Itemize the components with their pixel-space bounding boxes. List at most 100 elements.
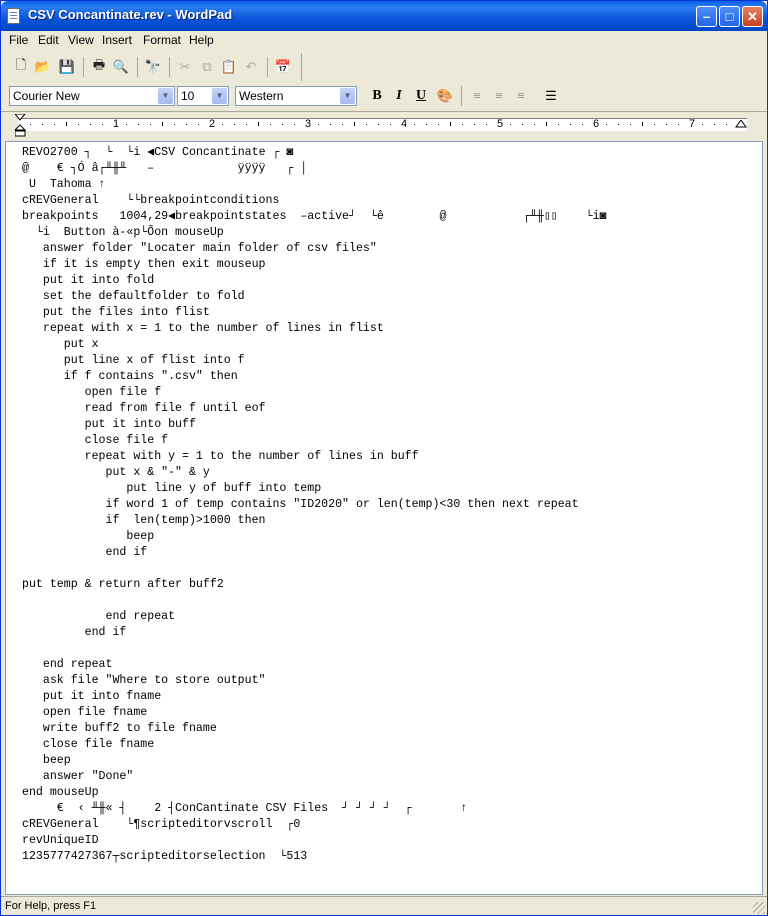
document-line: set the defaultfolder to fold bbox=[22, 290, 245, 303]
document-line: beep bbox=[22, 530, 155, 543]
document-line: revUniqueID bbox=[22, 834, 99, 847]
document-line: 1235777427367┬scripteditorselection └513 bbox=[22, 850, 308, 863]
document-line: if f contains ".csv" then bbox=[22, 370, 238, 383]
close-icon: ✕ bbox=[747, 9, 758, 24]
ruler-number: 4 bbox=[401, 118, 408, 130]
document-line: breakpoints 1004,29◀breakpointstates –ac… bbox=[22, 210, 607, 223]
resize-grip-icon[interactable] bbox=[753, 902, 765, 914]
italic-button[interactable]: I bbox=[389, 86, 409, 106]
align-right-icon[interactable]: ≡ bbox=[511, 86, 531, 106]
document-line: put the files into flist bbox=[22, 306, 210, 319]
status-text: For Help, press F1 bbox=[5, 900, 97, 912]
wordpad-window: CSV Concantinate.rev - WordPad – □ ✕ Fil… bbox=[0, 0, 768, 916]
document-line: if it is empty then exit mouseup bbox=[22, 258, 266, 271]
copy-icon[interactable]: ⧉ bbox=[197, 57, 217, 77]
insert-date-time-icon[interactable]: 📅 bbox=[273, 57, 293, 77]
print-icon[interactable]: 🖶 bbox=[89, 57, 109, 77]
maximize-button[interactable]: □ bbox=[719, 6, 740, 27]
color-palette-icon[interactable]: 🎨 bbox=[435, 86, 455, 106]
bold-button[interactable]: B bbox=[367, 86, 387, 106]
document-text[interactable]: REVO2700 ┐ └ └i ◀CSV Concantinate ┌ ◙ @ … bbox=[22, 145, 607, 865]
document-line: ask file "Where to store output" bbox=[22, 674, 266, 687]
document-line: cREVGeneral └¶scripteditorvscroll ┌0 bbox=[22, 818, 301, 831]
document-line: repeat with y = 1 to the number of lines… bbox=[22, 450, 419, 463]
window-title: CSV Concantinate.rev - WordPad bbox=[28, 7, 233, 22]
find-icon[interactable]: 🔭 bbox=[143, 57, 163, 77]
chevron-down-icon: ▼ bbox=[158, 88, 173, 104]
document-line: end repeat bbox=[22, 658, 113, 671]
cut-icon[interactable]: ✂ bbox=[175, 57, 195, 77]
bullets-icon[interactable]: ☰ bbox=[541, 86, 561, 106]
menu-help[interactable]: Help bbox=[189, 33, 214, 47]
document-line: put it into buff bbox=[22, 418, 196, 431]
maximize-icon: □ bbox=[725, 9, 734, 24]
document-area[interactable]: REVO2700 ┐ └ └i ◀CSV Concantinate ┌ ◙ @ … bbox=[5, 141, 763, 895]
document-line: repeat with x = 1 to the number of lines… bbox=[22, 322, 384, 335]
font-size-select[interactable]: 10 ▼ bbox=[177, 86, 229, 106]
document-line: end if bbox=[22, 626, 127, 639]
undo-icon[interactable]: ↶ bbox=[241, 57, 261, 77]
script-value: Western bbox=[239, 89, 284, 103]
font-size-value: 10 bbox=[181, 89, 195, 103]
open-icon[interactable]: 📂 bbox=[33, 57, 53, 77]
new-icon[interactable]: 🗋 bbox=[11, 57, 31, 77]
document-line: put it into fname bbox=[22, 690, 162, 703]
ruler-number: 1 bbox=[113, 118, 120, 130]
minimize-icon: – bbox=[702, 9, 711, 24]
ruler[interactable]: 1 2 3 4 5 6 7 bbox=[1, 111, 767, 140]
document-line: if len(temp)>1000 then bbox=[22, 514, 266, 527]
document-line: open file fname bbox=[22, 706, 148, 719]
ruler-number: 6 bbox=[593, 118, 600, 130]
print-preview-icon[interactable]: 🔍 bbox=[111, 57, 131, 77]
document-line: U Tahoma ↑ bbox=[22, 178, 106, 191]
document-line: beep bbox=[22, 754, 71, 767]
script-select[interactable]: Western ▼ bbox=[235, 86, 357, 106]
menu-insert[interactable]: Insert bbox=[102, 33, 132, 47]
document-line: @ € ┐Ó â┌╨╫╨ – ÿÿÿÿ ┌ │ bbox=[22, 162, 308, 175]
document-line: cREVGeneral └└breakpointconditions bbox=[22, 194, 280, 207]
minimize-button[interactable]: – bbox=[696, 6, 717, 27]
document-line: close file fname bbox=[22, 738, 155, 751]
close-button[interactable]: ✕ bbox=[742, 6, 763, 27]
indent-marker-icon[interactable] bbox=[15, 114, 26, 138]
ruler-number: 7 bbox=[689, 118, 696, 130]
standard-toolbar: 🗋 📂 💾 🖶 🔍 🔭 ✂ ⧉ 📋 ↶ 📅 bbox=[5, 53, 302, 81]
menu-view[interactable]: View bbox=[68, 33, 94, 47]
document-line: put x bbox=[22, 338, 99, 351]
underline-button[interactable]: U bbox=[411, 86, 431, 106]
ruler-number: 5 bbox=[497, 118, 504, 130]
document-line: put line y of buff into temp bbox=[22, 482, 322, 495]
align-left-icon[interactable]: ≡ bbox=[467, 86, 487, 106]
status-bar: For Help, press F1 bbox=[1, 896, 767, 915]
chevron-down-icon: ▼ bbox=[212, 88, 227, 104]
document-line: read from file f until eof bbox=[22, 402, 266, 415]
document-line: € ‹ ╨╫« ┤ 2 ┤ConCantinate CSV Files ┘ ┘ … bbox=[22, 802, 468, 815]
document-line: put line x of flist into f bbox=[22, 354, 245, 367]
document-line: answer "Done" bbox=[22, 770, 134, 783]
document-line: if word 1 of temp contains "ID2020" or l… bbox=[22, 498, 579, 511]
ruler-strip: 1 2 3 4 5 6 7 bbox=[18, 118, 747, 131]
align-center-icon[interactable]: ≡ bbox=[489, 86, 509, 106]
document-line: REVO2700 ┐ └ └i ◀CSV Concantinate ┌ ◙ bbox=[22, 146, 294, 159]
wordpad-document-icon bbox=[7, 8, 20, 24]
title-bar[interactable]: CSV Concantinate.rev - WordPad – □ ✕ bbox=[1, 1, 767, 31]
save-icon[interactable]: 💾 bbox=[57, 57, 77, 77]
document-line: end mouseUp bbox=[22, 786, 99, 799]
font-name-select[interactable]: Courier New ▼ bbox=[9, 86, 175, 106]
paste-icon[interactable]: 📋 bbox=[219, 57, 239, 77]
document-line: write buff2 to file fname bbox=[22, 722, 217, 735]
chevron-down-icon: ▼ bbox=[340, 88, 355, 104]
document-line: put it into fold bbox=[22, 274, 155, 287]
document-line: └i Button à-«p└Õon mouseUp bbox=[22, 226, 224, 239]
menu-edit[interactable]: Edit bbox=[38, 33, 59, 47]
right-indent-marker-icon[interactable] bbox=[735, 120, 747, 130]
menu-format[interactable]: Format bbox=[143, 33, 181, 47]
ruler-number: 2 bbox=[209, 118, 216, 130]
document-line: put x & "-" & y bbox=[22, 466, 210, 479]
menu-file[interactable]: File bbox=[9, 33, 28, 47]
menu-bar: File Edit View Insert Format Help bbox=[1, 31, 767, 51]
document-line: answer folder "Locater main folder of cs… bbox=[22, 242, 377, 255]
format-bar: Courier New ▼ 10 ▼ Western ▼ B I U 🎨 ≡ ≡… bbox=[5, 83, 575, 109]
document-line: end if bbox=[22, 546, 148, 559]
document-line: close file f bbox=[22, 434, 169, 447]
